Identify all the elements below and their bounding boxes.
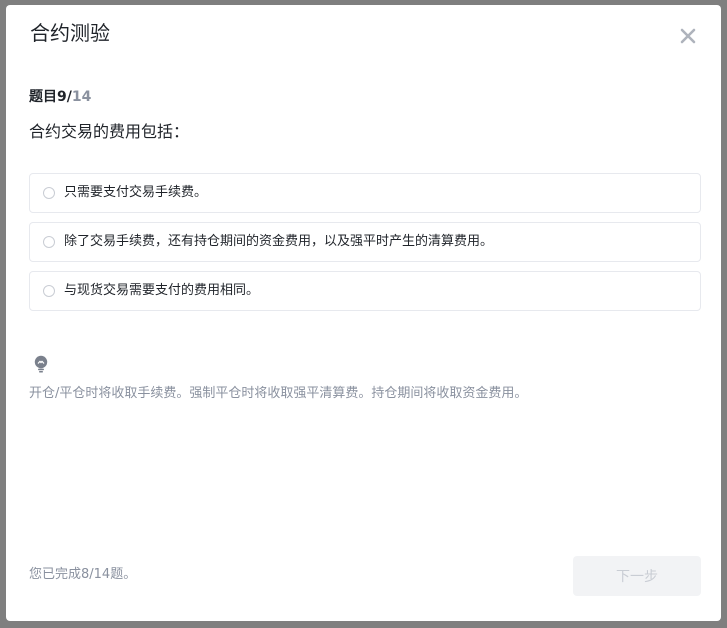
question-progress: 题目9/14 — [29, 87, 91, 107]
radio-button[interactable] — [43, 187, 55, 199]
quiz-modal: 合约测验 题目9/14 合约交易的费用包括： 只需要支付交易手续费。 除了交易手… — [6, 5, 721, 621]
lightbulb-icon — [33, 355, 49, 373]
progress-current: 9/ — [57, 89, 72, 105]
answer-option[interactable]: 只需要支付交易手续费。 — [29, 173, 701, 213]
answer-explanation: 开仓/平仓时将收取手续费。强制平仓时将收取强平清算费。持仓期间将收取资金费用。 — [29, 386, 528, 401]
next-button[interactable]: 下一步 — [573, 556, 701, 596]
modal-title: 合约测验 — [30, 21, 110, 45]
radio-button[interactable] — [43, 285, 55, 297]
progress-prefix: 题目 — [29, 89, 57, 105]
answer-options: 只需要支付交易手续费。 除了交易手续费，还有持仓期间的资金费用，以及强平时产生的… — [29, 173, 701, 320]
option-label: 除了交易手续费，还有持仓期间的资金费用，以及强平时产生的清算费用。 — [64, 234, 494, 249]
answer-option[interactable]: 与现货交易需要支付的费用相同。 — [29, 271, 701, 311]
option-label: 与现货交易需要支付的费用相同。 — [64, 283, 260, 298]
option-label: 只需要支付交易手续费。 — [64, 185, 208, 200]
completion-status: 您已完成8/14题。 — [29, 567, 137, 582]
radio-button[interactable] — [43, 236, 55, 248]
close-icon[interactable] — [677, 25, 699, 47]
progress-total: 14 — [71, 89, 92, 105]
question-text: 合约交易的费用包括： — [29, 122, 190, 141]
answer-option[interactable]: 除了交易手续费，还有持仓期间的资金费用，以及强平时产生的清算费用。 — [29, 222, 701, 262]
